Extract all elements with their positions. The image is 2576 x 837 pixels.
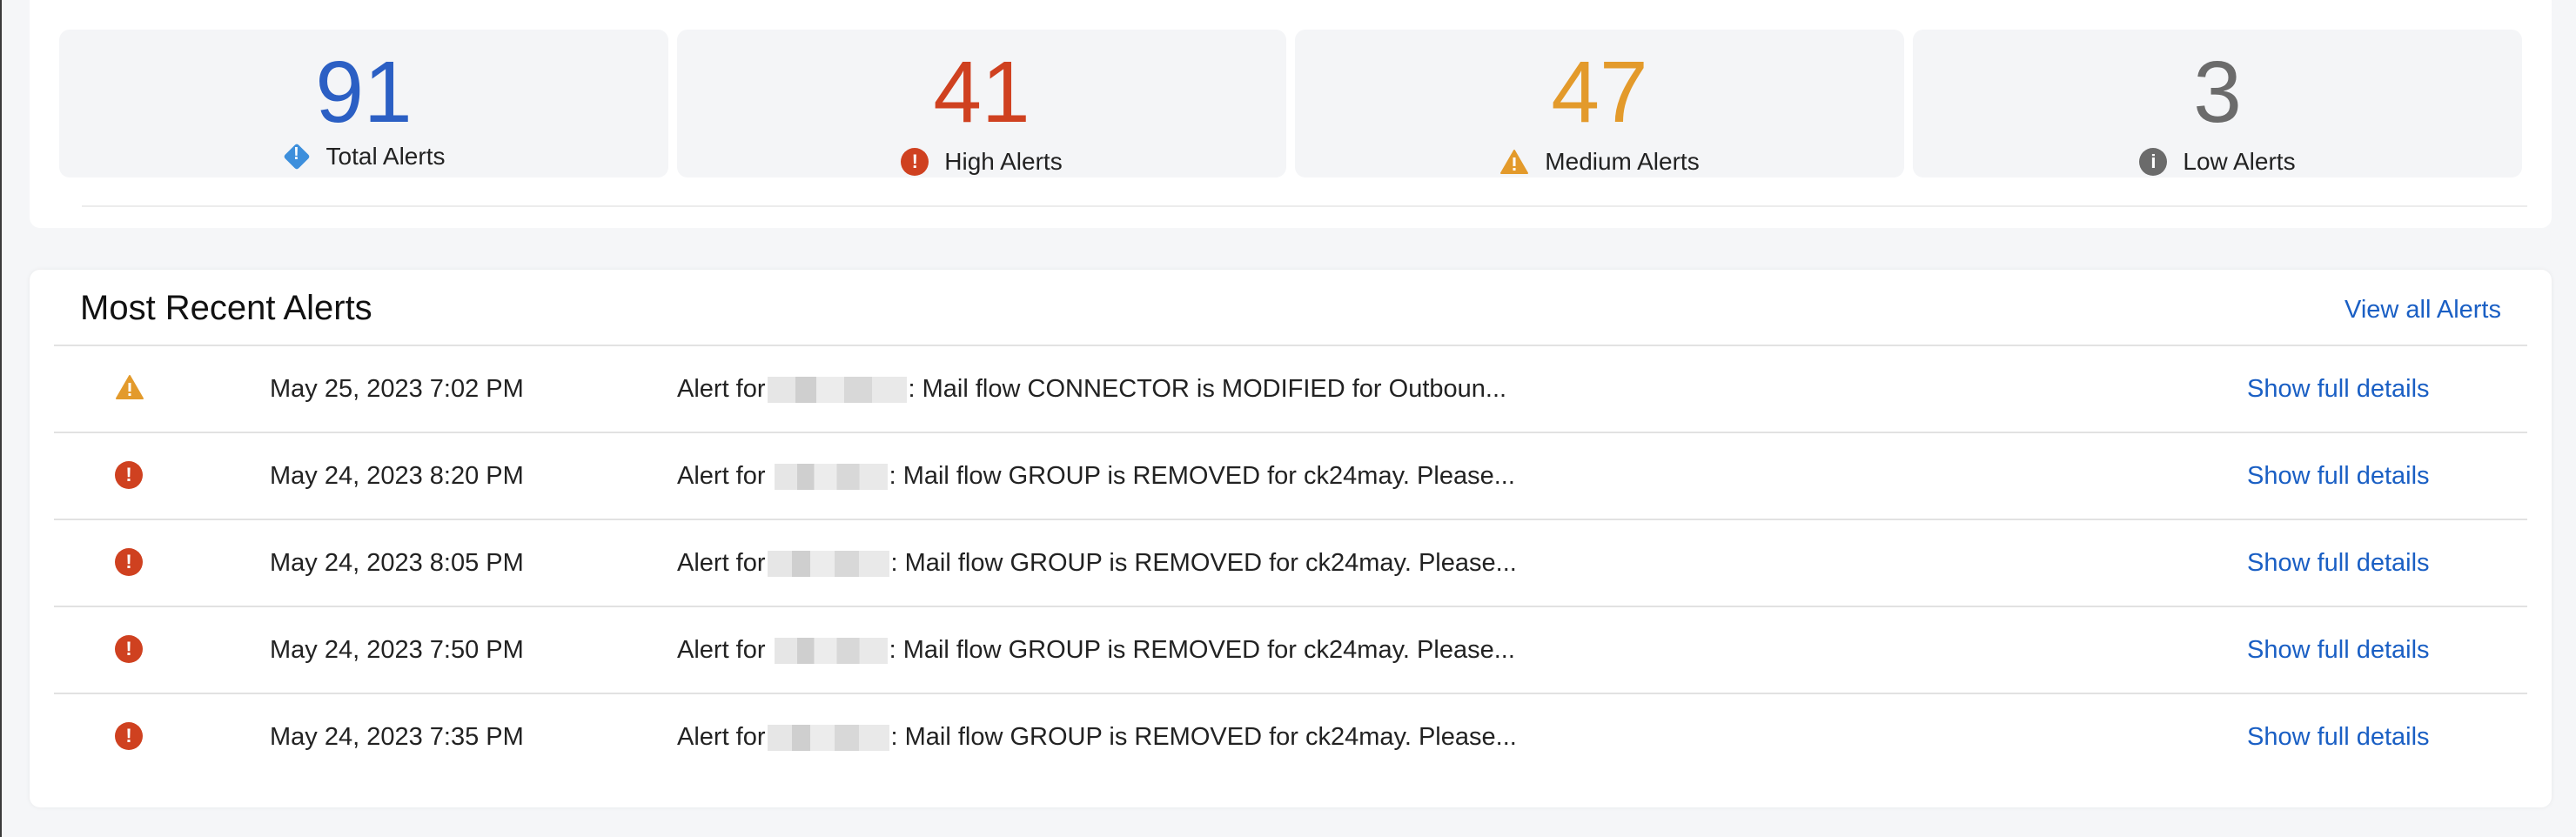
warning-triangle-icon (1500, 150, 1529, 174)
low-alerts-label-row: i Low Alerts (1913, 141, 2522, 183)
alert-row[interactable]: ! May 24, 2023 7:35 PM Alert for : Mail f… (54, 694, 2527, 780)
alert-message: Alert for : Mail flow GROUP is REMOVED f… (677, 462, 1515, 491)
alert-row[interactable]: ! May 24, 2023 8:05 PM Alert for : Mail f… (54, 520, 2527, 606)
alert-row[interactable]: May 25, 2023 7:02 PM Alert for : Mail flo… (54, 346, 2527, 432)
alert-message: Alert for : Mail flow CONNECTOR is MODIFI… (677, 375, 1506, 404)
high-alerts-label: High Alerts (944, 148, 1063, 175)
low-alerts-label: Low Alerts (2183, 148, 2296, 175)
medium-alerts-count: 47 (1551, 44, 1648, 141)
show-full-details-link[interactable]: Show full details (2247, 723, 2430, 752)
total-alerts-label: Total Alerts (325, 143, 446, 170)
summary-divider (82, 205, 2527, 207)
medium-alerts-card[interactable]: 47 Medium Alerts (1295, 30, 1904, 177)
error-circle-icon: ! (115, 461, 143, 489)
error-circle-icon: ! (115, 635, 143, 663)
alert-message-text: : Mail flow GROUP is REMOVED for ck24may… (889, 462, 1515, 490)
total-alerts-card[interactable]: 91 ! Total Alerts (59, 30, 668, 177)
medium-alerts-label-row: Medium Alerts (1295, 141, 1904, 183)
error-circle-icon: ! (115, 548, 143, 576)
high-alerts-card[interactable]: 41 ! High Alerts (677, 30, 1286, 177)
alert-message-text: : Mail flow GROUP is REMOVED for ck24may… (890, 549, 1517, 577)
recent-alerts-title: Most Recent Alerts (80, 289, 372, 327)
alert-prefix: Alert for (677, 636, 766, 664)
redacted-tenant (774, 464, 888, 491)
alert-prefix: Alert for (677, 549, 766, 577)
alert-prefix: Alert for (677, 723, 766, 751)
alert-message: Alert for : Mail flow GROUP is REMOVED fo… (677, 723, 1517, 752)
recent-alerts-panel: Most Recent Alerts View all Alerts May 2… (30, 270, 2552, 807)
error-circle-icon: ! (901, 148, 929, 176)
redacted-tenant (767, 377, 907, 404)
alert-message-text: : Mail flow GROUP is REMOVED for ck24may… (890, 723, 1517, 751)
warning-triangle-icon (116, 375, 144, 399)
show-full-details-link[interactable]: Show full details (2247, 636, 2430, 665)
alert-message-text: : Mail flow GROUP is REMOVED for ck24may… (889, 636, 1515, 664)
alert-date: May 25, 2023 7:02 PM (270, 375, 524, 403)
info-circle-icon: i (2139, 148, 2168, 176)
alert-row[interactable]: ! May 24, 2023 7:50 PM Alert for : Mail … (54, 607, 2527, 693)
low-alerts-count: 3 (2193, 44, 2242, 141)
info-diamond-icon: ! (283, 143, 311, 171)
alert-summary-panel: 91 ! Total Alerts 41 ! High Alerts 47 Me… (30, 0, 2552, 228)
view-all-alerts-link[interactable]: View all Alerts (2345, 296, 2501, 325)
alert-row[interactable]: ! May 24, 2023 8:20 PM Alert for : Mail … (54, 433, 2527, 519)
high-alerts-label-row: ! High Alerts (677, 141, 1286, 183)
alert-date: May 24, 2023 8:20 PM (270, 462, 524, 490)
show-full-details-link[interactable]: Show full details (2247, 549, 2430, 578)
show-full-details-link[interactable]: Show full details (2247, 462, 2430, 491)
redacted-tenant (774, 638, 888, 665)
alert-date: May 24, 2023 7:50 PM (270, 636, 524, 664)
alert-message: Alert for : Mail flow GROUP is REMOVED fo… (677, 549, 1517, 578)
alert-prefix: Alert for (677, 375, 766, 403)
alert-message-text: : Mail flow CONNECTOR is MODIFIED for Ou… (908, 375, 1507, 403)
window-left-border (0, 0, 2, 837)
redacted-tenant (767, 725, 889, 752)
total-alerts-label-row: ! Total Alerts (59, 136, 668, 177)
alert-date: May 24, 2023 7:35 PM (270, 723, 524, 751)
medium-alerts-label: Medium Alerts (1545, 148, 1700, 175)
alert-prefix: Alert for (677, 462, 766, 490)
low-alerts-card[interactable]: 3 i Low Alerts (1913, 30, 2522, 177)
redacted-tenant (767, 551, 889, 578)
show-full-details-link[interactable]: Show full details (2247, 375, 2430, 404)
total-alerts-count: 91 (315, 44, 413, 141)
high-alerts-count: 41 (933, 44, 1030, 141)
alert-message: Alert for : Mail flow GROUP is REMOVED f… (677, 636, 1515, 665)
error-circle-icon: ! (115, 722, 143, 750)
alert-date: May 24, 2023 8:05 PM (270, 549, 524, 577)
